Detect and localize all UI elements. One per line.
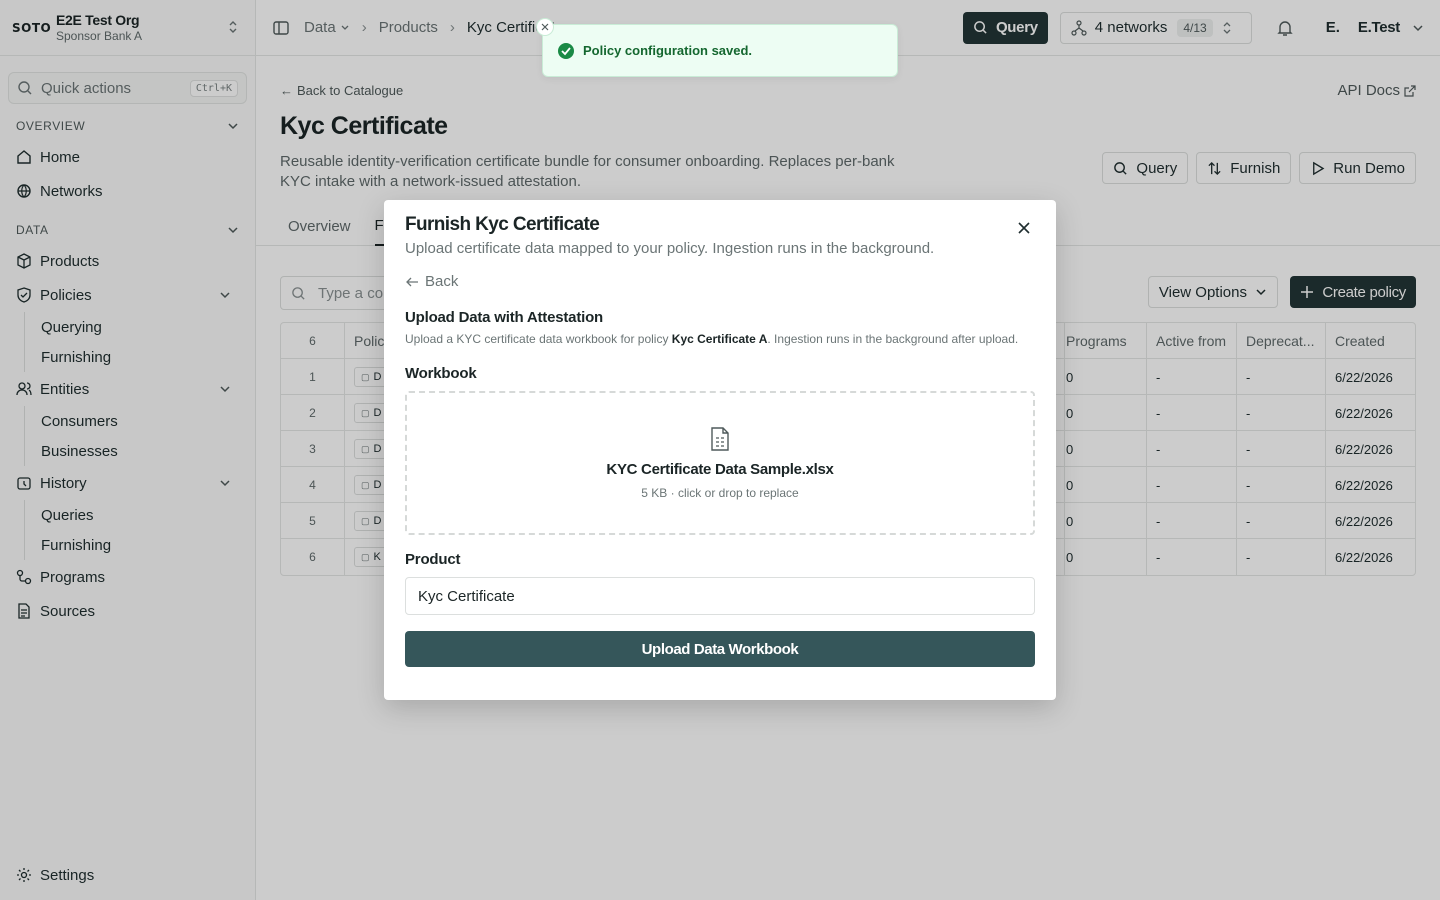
arrow-left-icon <box>406 277 418 286</box>
product-field[interactable]: Kyc Certificate <box>405 577 1035 615</box>
close-icon[interactable] <box>1018 222 1030 234</box>
workbook-dropzone[interactable]: KYC Certificate Data Sample.xlsx 5 KB · … <box>405 391 1035 535</box>
note-text: Upload a KYC certificate data workbook f… <box>405 332 672 346</box>
dialog-subtitle: Upload certificate data mapped to your p… <box>405 240 935 257</box>
workbook-label: Workbook <box>405 365 477 382</box>
check-circle-icon <box>558 42 574 59</box>
file-name: KYC Certificate Data Sample.xlsx <box>606 460 834 478</box>
note-text-end: . Ingestion runs in the background after… <box>767 332 1019 346</box>
dialog-back-label: Back <box>425 273 459 290</box>
upload-workbook-button[interactable]: Upload Data Workbook <box>405 631 1035 667</box>
dialog-back-button[interactable]: Back <box>405 273 458 290</box>
policy-name: Kyc Certificate A <box>671 332 768 346</box>
furnish-dialog: Furnish Kyc Certificate Upload certifica… <box>384 200 1056 700</box>
toast-close-button[interactable] <box>536 18 554 36</box>
toast-message: Policy configuration saved. <box>583 43 753 58</box>
spreadsheet-file-icon <box>711 426 729 451</box>
section-title: Upload Data with Attestation <box>405 309 604 326</box>
section-note: Upload a KYC certificate data workbook f… <box>405 332 1018 346</box>
success-toast: Policy configuration saved. <box>536 18 898 77</box>
file-meta: 5 KB · click or drop to replace <box>641 485 799 500</box>
product-field-value: Kyc Certificate <box>418 587 515 605</box>
close-icon <box>541 23 549 31</box>
product-label: Product <box>405 551 461 568</box>
dialog-title: Furnish Kyc Certificate <box>405 214 600 235</box>
